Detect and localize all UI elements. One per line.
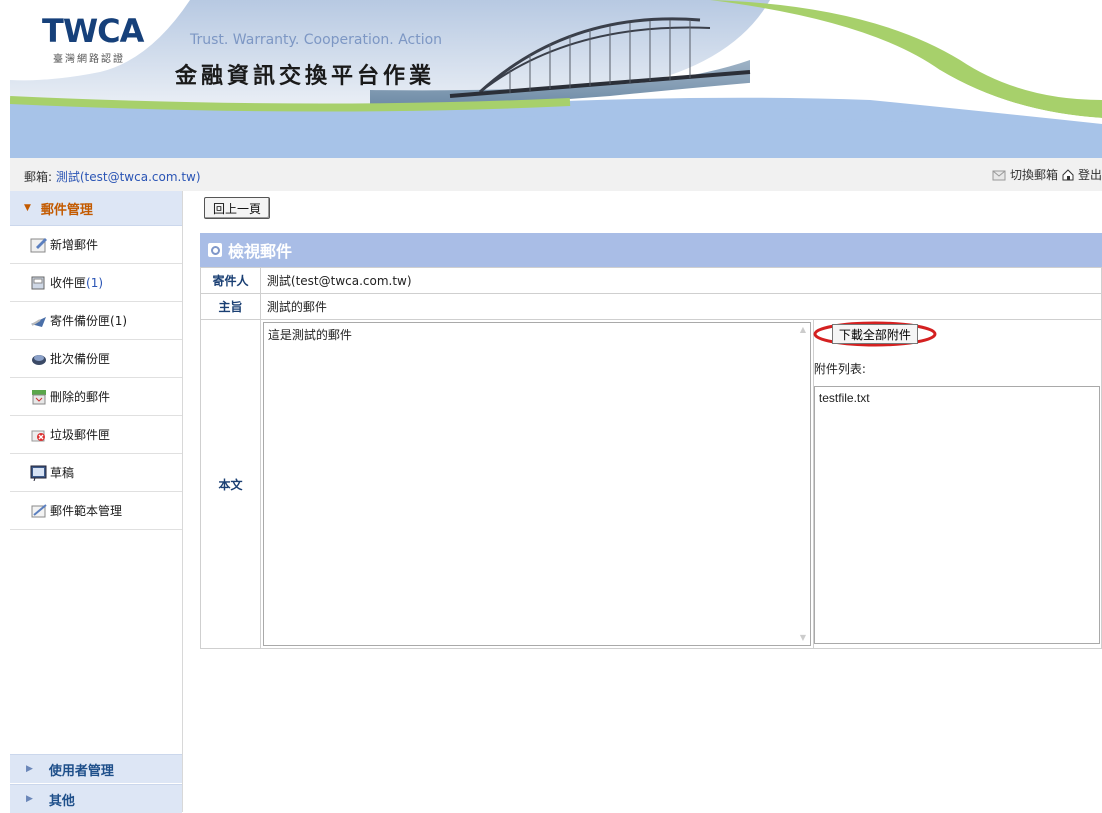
draft-icon: [30, 465, 47, 481]
sidebar-section-mail[interactable]: ▼ 郵件管理: [10, 191, 182, 226]
sidebar-item-sent-backup[interactable]: 寄件備份匣 (1): [10, 302, 182, 340]
body-row: 本文 這是測試的郵件 ▲ ▼ 下載全部附件 附件列表: testfile.txt: [200, 319, 1102, 649]
view-mail-panel: 檢視郵件 寄件人 測試(test@twca.com.tw) 主旨 測試的郵件 本…: [200, 233, 1102, 649]
header-banner: TWCA 臺灣網路認證 Trust. Warranty. Cooperation…: [10, 0, 1102, 158]
sender-value: 測試(test@twca.com.tw): [259, 267, 1102, 294]
sidebar: ▼ 郵件管理 新增郵件 收件匣 (1) 寄件備份匣 (1) 批次備份匣 刪除的郵…: [10, 191, 183, 813]
switch-mailbox-label: 切換郵箱: [1009, 168, 1058, 182]
trash-icon: [32, 389, 46, 404]
sidebar-section-title: 其他: [48, 793, 75, 809]
sidebar-item-label: 批次備份匣: [50, 352, 111, 366]
sidebar-item-label: 垃圾郵件匣: [50, 428, 111, 442]
attachments-label: 附件列表:: [813, 362, 866, 376]
sidebar-item-label: 寄件備份匣: [50, 314, 111, 328]
sender-label: 寄件人: [200, 267, 261, 294]
slogan: Trust. Warranty. Cooperation. Action: [190, 32, 443, 48]
chevron-right-icon: ▶: [26, 764, 33, 774]
logout-button[interactable]: 登出: [1061, 166, 1102, 183]
sidebar-item-spam[interactable]: 垃圾郵件匣: [10, 416, 182, 454]
mail-detail-table: 寄件人 測試(test@twca.com.tw) 主旨 測試的郵件 本文 這是測…: [200, 267, 1102, 649]
main-content: 回上一頁 檢視郵件 寄件人 測試(test@twca.com.tw) 主旨 測試…: [198, 191, 1102, 812]
template-icon: [31, 503, 47, 517]
sidebar-section-user-management[interactable]: ▶ 使用者管理: [10, 754, 182, 783]
sent-count: (1): [110, 313, 128, 328]
batch-icon: [32, 354, 46, 365]
body-label: 本文: [200, 319, 261, 649]
unread-count: (1): [86, 275, 104, 290]
body-text: 這是測試的郵件: [267, 328, 352, 342]
mailbox-label: 郵箱: 測試(test@twca.com.tw): [24, 168, 201, 185]
back-button[interactable]: 回上一頁: [204, 197, 271, 219]
logo: TWCA: [42, 12, 144, 50]
sender-row: 寄件人 測試(test@twca.com.tw): [200, 267, 1102, 294]
attachment-item[interactable]: testfile.txt: [819, 391, 1095, 405]
spam-icon: [31, 430, 45, 441]
subject-value: 測試的郵件: [259, 293, 1102, 320]
inbox-icon: [31, 276, 45, 289]
mailbox-prefix: 郵箱:: [24, 170, 53, 184]
sidebar-item-inbox[interactable]: 收件匣 (1): [10, 264, 182, 302]
sidebar-item-label: 刪除的郵件: [50, 390, 111, 404]
logout-label: 登出: [1077, 168, 1102, 182]
magnifier-icon: [208, 243, 222, 257]
mailbox-bar: 郵箱: 測試(test@twca.com.tw) 切換郵箱 登出: [10, 158, 1102, 191]
sent-icon: [31, 316, 46, 327]
subject-row: 主旨 測試的郵件: [200, 293, 1102, 320]
chevron-down-icon: ▼: [24, 203, 31, 213]
scroll-down-icon[interactable]: ▼: [797, 633, 809, 643]
chevron-right-icon: ▶: [26, 794, 33, 804]
system-title: 金融資訊交換平台作業: [175, 64, 436, 89]
attachments-cell: 下載全部附件 附件列表: testfile.txt: [812, 319, 1102, 649]
banner-graphic: [10, 0, 1102, 158]
sidebar-section-title: 使用者管理: [48, 763, 114, 779]
subject-label: 主旨: [200, 293, 261, 320]
compose-icon: [30, 237, 47, 252]
sidebar-item-deleted[interactable]: 刪除的郵件: [10, 378, 182, 416]
attachment-list[interactable]: testfile.txt: [813, 386, 1100, 644]
sidebar-item-compose[interactable]: 新增郵件: [10, 226, 182, 264]
scroll-up-icon[interactable]: ▲: [797, 325, 809, 335]
body-cell: 這是測試的郵件 ▲ ▼: [259, 319, 814, 649]
switch-mailbox-button[interactable]: 切換郵箱: [992, 166, 1058, 183]
sidebar-item-label: 新增郵件: [50, 238, 99, 252]
body-textarea[interactable]: 這是測試的郵件 ▲ ▼: [262, 322, 811, 646]
sidebar-item-drafts[interactable]: 草稿: [10, 454, 182, 492]
logo-subtitle: 臺灣網路認證: [53, 54, 125, 65]
sidebar-section-title: 郵件管理: [40, 202, 93, 218]
download-all-button[interactable]: 下載全部附件: [831, 324, 918, 344]
sidebar-item-label: 草稿: [50, 466, 75, 480]
sidebar-item-label: 收件匣: [50, 276, 87, 290]
panel-header: 檢視郵件: [200, 233, 1102, 267]
envelope-icon: [992, 170, 1006, 181]
mailbox-address[interactable]: 測試(test@twca.com.tw): [56, 170, 201, 184]
sidebar-section-other[interactable]: ▶ 其他: [10, 784, 182, 813]
sidebar-item-templates[interactable]: 郵件範本管理: [10, 492, 182, 530]
home-icon: [1062, 169, 1074, 181]
sidebar-item-label: 郵件範本管理: [50, 504, 123, 518]
panel-title: 檢視郵件: [228, 242, 293, 261]
sidebar-item-batch-backup[interactable]: 批次備份匣: [10, 340, 182, 378]
